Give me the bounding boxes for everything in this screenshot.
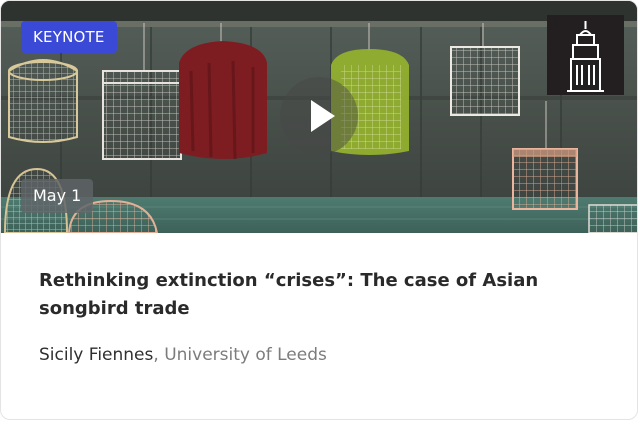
card-body: Rethinking extinction “crises”: The case…: [1, 233, 637, 419]
date-badge: May 1: [21, 179, 94, 213]
play-icon: [311, 100, 335, 132]
session-title[interactable]: Rethinking extinction “crises”: The case…: [39, 267, 609, 323]
play-button[interactable]: [280, 77, 358, 155]
university-tower-icon: [567, 21, 604, 92]
speaker-name: Sicily Fiennes: [39, 345, 154, 365]
speaker-affiliation: University of Leeds: [164, 345, 327, 365]
university-logo: [547, 15, 624, 95]
speaker-line: Sicily Fiennes, University of Leeds: [39, 343, 327, 367]
session-card[interactable]: KEYNOTE May 1 Rethinking extinction “cri…: [0, 0, 638, 420]
video-thumbnail[interactable]: KEYNOTE May 1: [1, 1, 637, 233]
keynote-badge: KEYNOTE: [21, 21, 117, 53]
affiliation-separator: ,: [153, 345, 165, 365]
